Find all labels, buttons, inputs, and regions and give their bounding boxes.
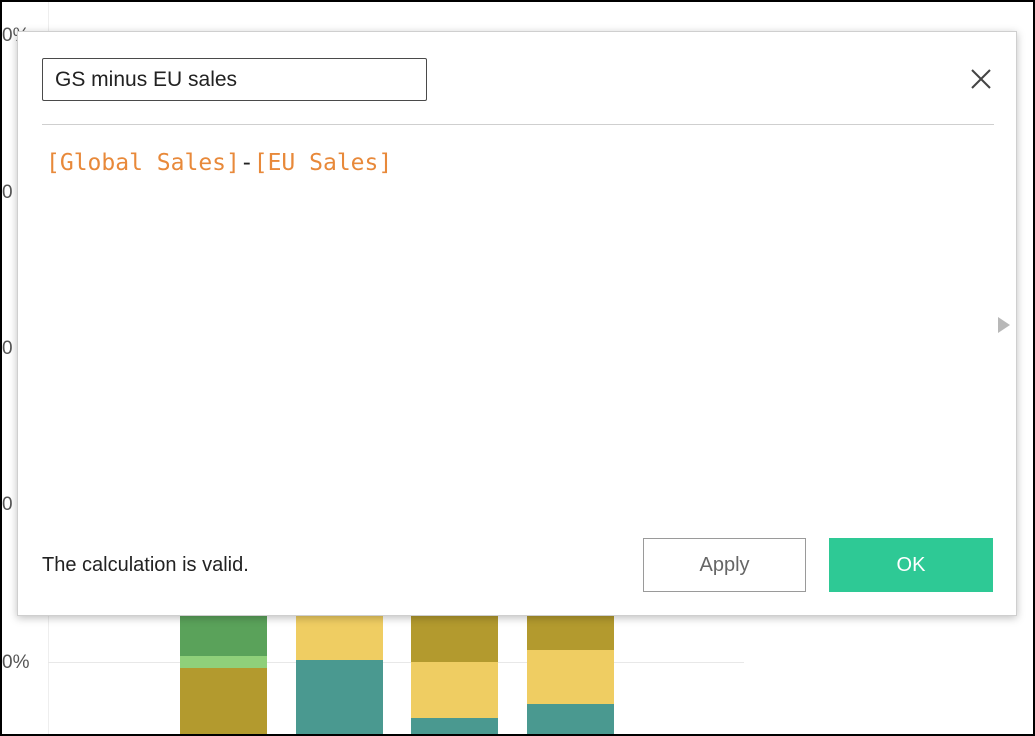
formula-field-eu-sales: [EU Sales] bbox=[253, 150, 393, 176]
apply-button[interactable]: Apply bbox=[643, 538, 806, 592]
chart-bar bbox=[411, 600, 498, 736]
axis-label: 0 bbox=[2, 338, 13, 359]
bar-segment bbox=[180, 656, 267, 668]
header-divider bbox=[42, 124, 994, 125]
calculation-name-input[interactable] bbox=[42, 58, 427, 101]
bar-segment bbox=[411, 662, 498, 718]
ok-button[interactable]: OK bbox=[829, 538, 993, 592]
bar-segment bbox=[527, 650, 614, 704]
calculation-dialog: [Global Sales]-[EU Sales] The calculatio… bbox=[17, 31, 1017, 616]
validation-status: The calculation is valid. bbox=[42, 554, 249, 576]
bar-segment bbox=[527, 704, 614, 736]
bar-segment bbox=[296, 660, 383, 736]
chart-bar bbox=[527, 600, 614, 736]
axis-label: 0 bbox=[2, 494, 13, 515]
formula-field-global-sales: [Global Sales] bbox=[46, 150, 240, 176]
formula-operator: - bbox=[239, 150, 254, 176]
triangle-right-icon[interactable] bbox=[998, 317, 1010, 333]
chart-gridline bbox=[48, 662, 744, 663]
bar-segment bbox=[180, 668, 267, 736]
chart-bar bbox=[296, 600, 383, 736]
axis-label: 0 bbox=[2, 182, 13, 203]
close-icon bbox=[971, 69, 991, 89]
formula-editor[interactable]: [Global Sales]-[EU Sales] bbox=[46, 150, 392, 176]
axis-label: 0% bbox=[2, 652, 30, 673]
chart-bar bbox=[180, 600, 267, 736]
close-button[interactable] bbox=[966, 64, 996, 94]
bar-segment bbox=[411, 718, 498, 736]
